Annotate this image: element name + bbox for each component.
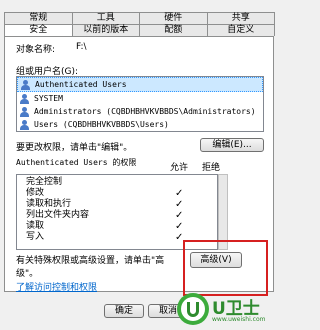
allow-check-icon: ✓ <box>175 221 184 232</box>
allow-check-icon: ✓ <box>175 210 184 221</box>
list-item-users[interactable]: Users (CQBDHBHVKVBBDS\Users) <box>17 118 263 131</box>
change-permissions-text: 要更改权限，请单击"编辑"。 <box>16 143 133 153</box>
tab-security[interactable]: 安全 <box>4 24 73 36</box>
special-permissions-line-2: 级"。 <box>16 269 39 279</box>
permission-name: 读取 <box>26 221 45 231</box>
tab-general[interactable]: 常规 <box>4 12 73 24</box>
tab-quota[interactable]: 配额 <box>139 24 208 36</box>
watermark-url: www.uweishi.com <box>212 316 266 323</box>
shield-icon <box>177 293 209 325</box>
learn-access-control-link[interactable]: 了解访问控制和权限 <box>16 280 97 293</box>
allow-check-icon: ✓ <box>175 188 184 199</box>
watermark-logo: U卫士 www.uweishi.com <box>176 292 276 328</box>
list-item-system[interactable]: SYSTEM <box>17 92 263 105</box>
permissions-scrollbar[interactable] <box>218 174 228 250</box>
tab-row-1: 常规 工具 硬件 共享 <box>4 12 275 24</box>
list-item-label: Administrators (CQBDHBHVKVBBDS\Administr… <box>34 107 256 116</box>
special-permissions-text: 有关特殊权限或高级设置，请单击"高 级"。 <box>16 253 186 279</box>
list-item-label: Authenticated Users <box>35 80 127 89</box>
allow-header: 允许 <box>170 163 189 173</box>
user-group-icon <box>19 93 31 104</box>
permission-name: 完全控制 <box>26 177 63 187</box>
table-row: 读取 ✓ <box>17 221 217 232</box>
user-group-icon <box>19 119 31 130</box>
deny-header: 拒绝 <box>202 163 221 173</box>
user-list[interactable]: Authenticated Users SYSTEM Administrator… <box>16 76 264 132</box>
list-item-label: Users (CQBDHBHVKVBBDS\Users) <box>34 120 169 129</box>
tab-hardware[interactable]: 硬件 <box>139 12 208 24</box>
permissions-for-label: Authenticated Users 的权限 <box>16 158 137 167</box>
tab-previous-versions[interactable]: 以前的版本 <box>71 24 140 36</box>
tab-row-2: 安全 以前的版本 配额 自定义 <box>4 24 275 36</box>
edit-button[interactable]: 编辑(E)... <box>200 138 264 152</box>
tab-sharing[interactable]: 共享 <box>206 12 275 24</box>
highlight-box <box>183 240 268 296</box>
list-item-authenticated-users[interactable]: Authenticated Users <box>17 77 263 92</box>
permission-name: 列出文件夹内容 <box>26 210 90 220</box>
tab-customize[interactable]: 自定义 <box>206 24 275 36</box>
table-row: 列出文件夹内容 ✓ <box>17 210 217 221</box>
list-item-administrators[interactable]: Administrators (CQBDHBHVKVBBDS\Administr… <box>17 105 263 118</box>
user-group-icon <box>19 106 31 117</box>
permissions-list: 完全控制 修改 ✓ 读取和执行 ✓ 列出文件夹内容 ✓ 读取 ✓ 写入 ✓ <box>16 174 218 250</box>
special-permissions-line-1: 有关特殊权限或高级设置，请单击"高 <box>16 256 165 266</box>
table-row: 修改 ✓ <box>17 188 217 199</box>
table-row: 完全控制 <box>17 177 217 188</box>
permission-name: 写入 <box>26 232 45 242</box>
ok-button[interactable]: 确定 <box>104 304 144 318</box>
user-group-icon <box>20 79 32 90</box>
table-row: 读取和执行 ✓ <box>17 199 217 210</box>
object-name-label: 对象名称: <box>16 45 56 55</box>
tab-tools[interactable]: 工具 <box>71 12 140 24</box>
allow-check-icon: ✓ <box>175 199 184 210</box>
permission-name: 修改 <box>26 188 45 198</box>
list-item-label: SYSTEM <box>34 94 63 103</box>
permission-name: 读取和执行 <box>26 199 72 209</box>
object-name-value: F:\ <box>76 42 87 52</box>
